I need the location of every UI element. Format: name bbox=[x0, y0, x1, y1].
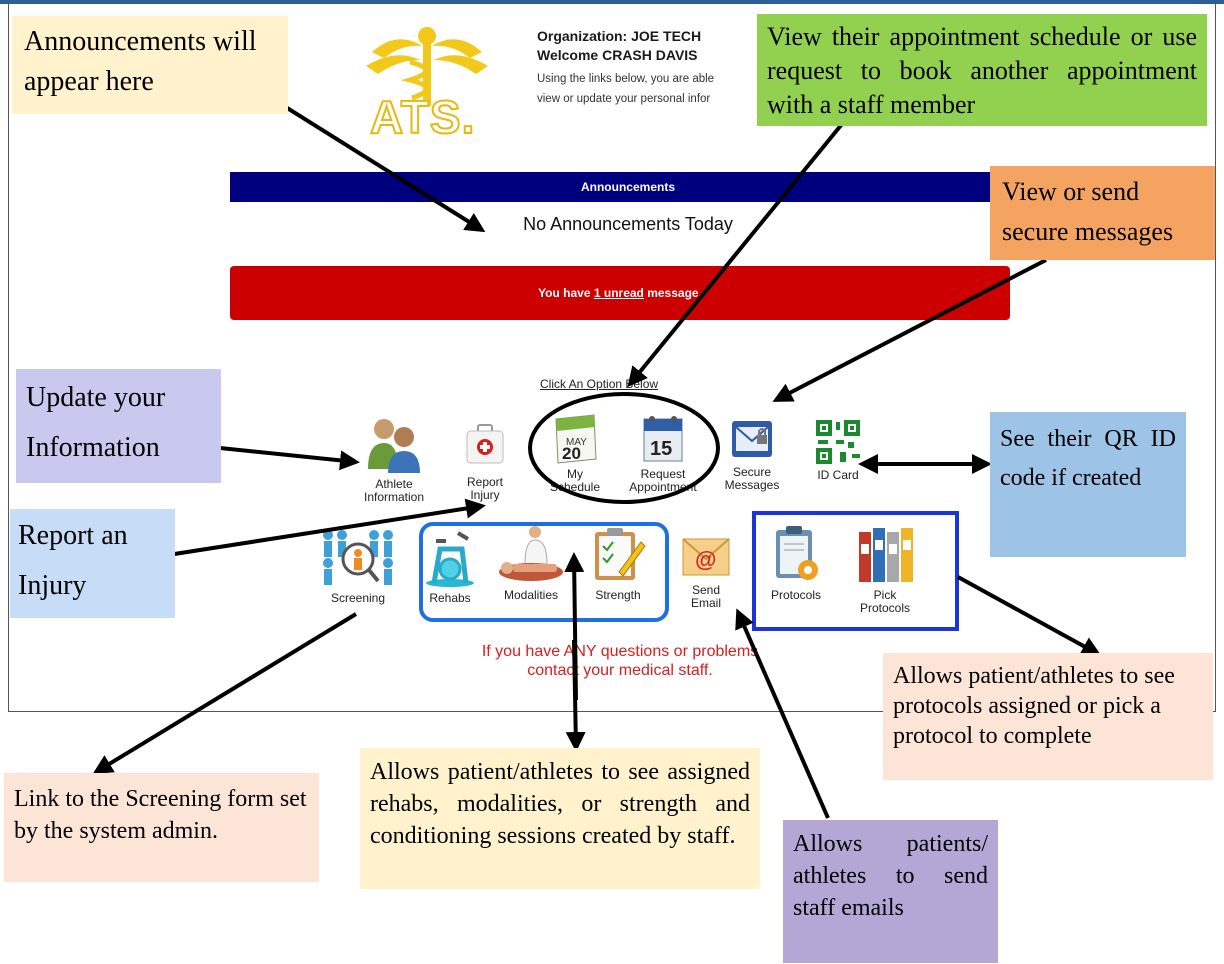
arrow-update bbox=[219, 446, 360, 471]
schedule-highlight-ellipse bbox=[528, 392, 720, 504]
protocols-highlight-box bbox=[752, 511, 959, 631]
callout-protocols: Allows patient/athletes to see protocols… bbox=[883, 653, 1213, 780]
arrow-protocols bbox=[957, 575, 1102, 656]
callout-injury: Report an Injury bbox=[10, 509, 175, 618]
callout-update: Update your Information bbox=[16, 369, 221, 483]
callout-qr: See their QR ID code if created bbox=[990, 412, 1186, 557]
callout-rehabs: Allows patient/athletes to see assigned … bbox=[360, 748, 760, 889]
callout-screening: Link to the Screening form set by the sy… bbox=[4, 773, 319, 882]
arrow-injury bbox=[167, 498, 486, 557]
callout-messages: View or send secure messages bbox=[990, 166, 1215, 260]
callout-announcements: Announcements will appear here bbox=[12, 16, 288, 114]
arrow-schedule bbox=[627, 122, 844, 388]
arrow-announcements bbox=[266, 94, 486, 233]
callout-email: Allows patients/ athletes to send staff … bbox=[783, 820, 998, 963]
arrow-rehabs-down bbox=[565, 639, 586, 752]
rehabs-highlight-box bbox=[419, 522, 669, 622]
arrow-screening bbox=[92, 612, 358, 775]
callout-schedule: View their appointment schedule or use r… bbox=[757, 14, 1207, 126]
arrow-messages bbox=[772, 258, 1047, 402]
